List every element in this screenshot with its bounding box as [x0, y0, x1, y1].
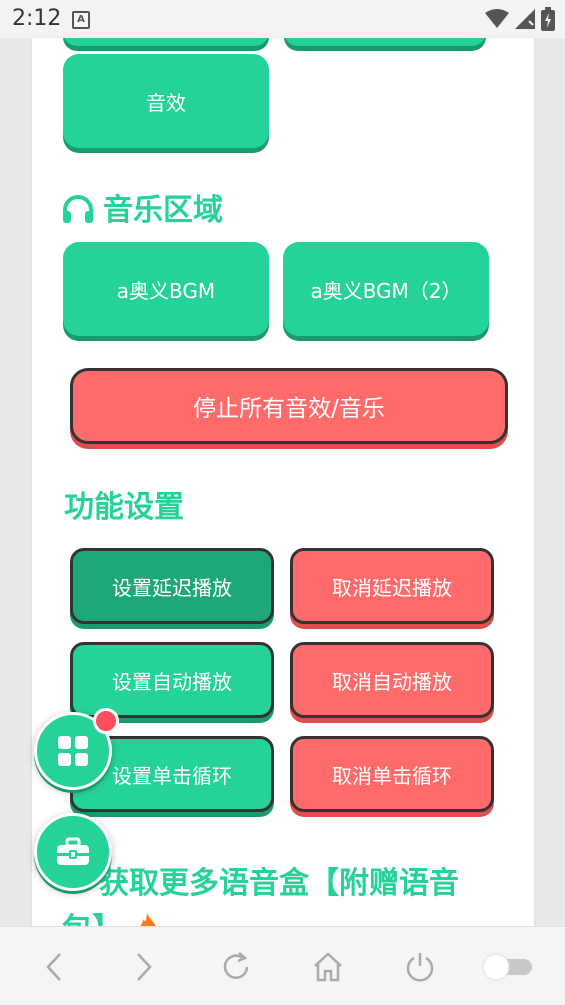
toolbox-icon	[57, 837, 89, 865]
function-section-title: 功能设置	[64, 490, 184, 525]
cancel-click-loop-button[interactable]: 取消单击循环	[290, 736, 494, 812]
toggle-switch[interactable]	[480, 947, 536, 987]
promo-heading-line1[interactable]: 获取更多语音盒【附赠语音	[99, 858, 459, 902]
notification-badge	[93, 708, 119, 734]
home-icon	[314, 952, 342, 982]
sound-effect-button[interactable]: 音效	[63, 54, 269, 148]
toolbox-fab[interactable]	[34, 813, 112, 891]
status-bar: 2:12 A	[0, 0, 565, 38]
bgm-button-1[interactable]: a奥义BGM	[63, 242, 269, 336]
power-icon	[406, 953, 434, 982]
refresh-button[interactable]	[216, 947, 256, 987]
refresh-icon	[223, 952, 249, 979]
set-delay-button[interactable]: 设置延迟播放	[70, 548, 274, 624]
cellular-signal-icon	[515, 9, 535, 29]
forward-button[interactable]	[124, 947, 164, 987]
status-time: 2:12	[12, 6, 62, 31]
cancel-delay-button[interactable]: 取消延迟播放	[290, 548, 494, 624]
power-button[interactable]	[400, 947, 440, 987]
partial-sound-button-left[interactable]	[63, 38, 269, 46]
home-button[interactable]	[308, 947, 348, 987]
cancel-autoplay-button[interactable]: 取消自动播放	[290, 642, 494, 718]
wifi-icon	[485, 9, 509, 28]
headphones-icon	[63, 195, 93, 223]
toggle-icon	[482, 953, 532, 981]
battery-charging-icon	[541, 7, 555, 31]
set-autoplay-button[interactable]: 设置自动播放	[70, 642, 274, 718]
fire-icon	[140, 913, 156, 926]
back-button[interactable]	[34, 947, 74, 987]
content-card: 音效 音乐区域 a奥义BGM a奥义BGM（2） 停止所有音效/音乐 功能设置 …	[32, 38, 534, 926]
browser-navbar	[0, 926, 565, 1005]
notification-app-icon: A	[72, 11, 90, 29]
music-section-label: 音乐区域	[103, 193, 223, 228]
bgm-button-2[interactable]: a奥义BGM（2）	[283, 242, 489, 336]
partial-sound-button-right[interactable]	[284, 38, 486, 46]
chevron-left-icon	[46, 953, 61, 981]
music-section-title: 音乐区域	[61, 185, 223, 229]
stop-all-button[interactable]: 停止所有音效/音乐	[70, 368, 508, 444]
grid-icon	[58, 736, 88, 766]
chevron-right-icon	[137, 953, 152, 981]
system-icons	[485, 7, 555, 31]
promo-heading-line2-text: 包】	[62, 912, 122, 926]
promo-heading-line2[interactable]: 包】	[62, 904, 162, 926]
